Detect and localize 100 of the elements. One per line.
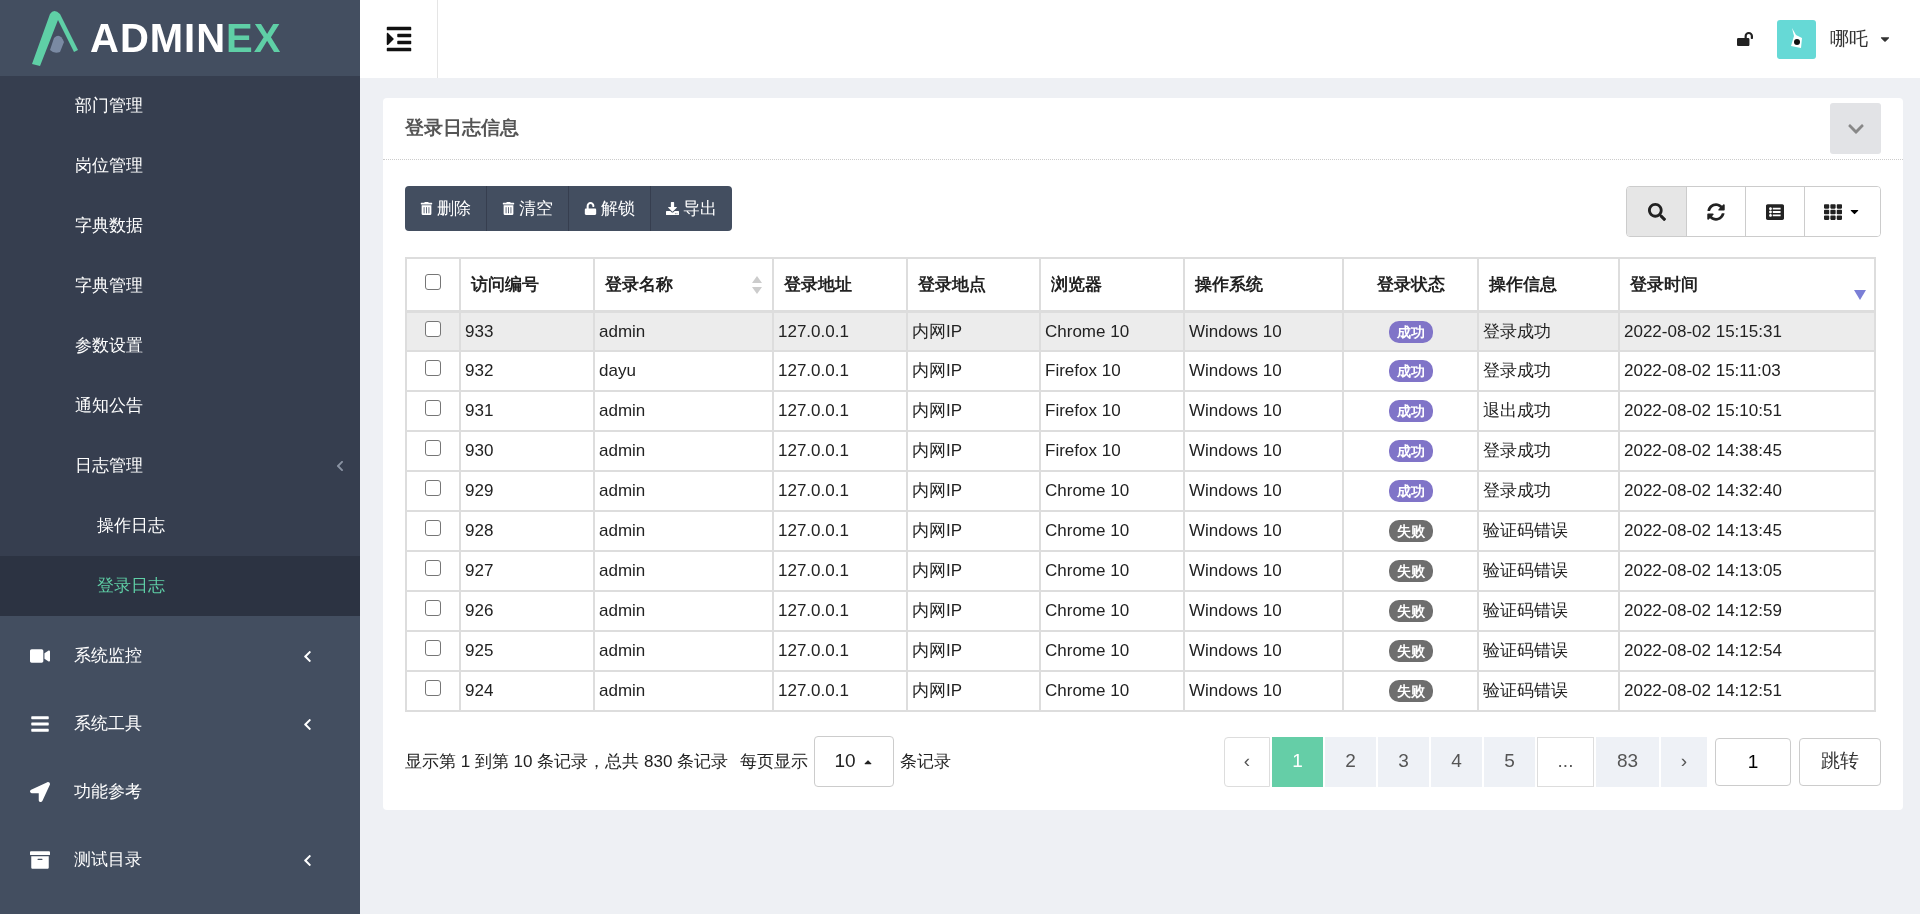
table-cell: 2022-08-02 14:12:51 [1619,671,1875,711]
sidebar-item[interactable]: 日志管理 [0,436,360,496]
sidebar-item[interactable]: 测试目录 [0,826,360,894]
table-row[interactable]: 927 admin 127.0.0.1 内网IP Chrome 10 Windows 10 失败 验证码错误 2022-08-02 14:13:05 [406,551,1875,591]
table-row[interactable]: 931 admin 127.0.0.1 内网IP Firefox 10 Windows 10 成功 退出成功 2022-08-02 15:10:51 [406,391,1875,431]
arrow-icon [30,782,50,802]
table-cell: 验证码错误 [1478,671,1619,711]
table-row[interactable]: 933 admin 127.0.0.1 内网IP Chrome 10 Windows 10 成功 登录成功 2022-08-02 15:15:31 [406,311,1875,351]
page-size-suffix: 条记录 [900,750,952,773]
sidebar-item[interactable]: 通知公告 [0,376,360,436]
checkbox[interactable] [425,360,441,377]
sidebar-item[interactable]: 系统监控 [0,622,360,690]
user-name[interactable]: 哪吒 [1830,24,1868,54]
checkbox[interactable] [425,440,441,457]
sidebar-item[interactable]: 操作日志 [0,496,360,556]
tool-button[interactable] [1804,187,1880,236]
logo-text: ADMINEX [90,15,282,62]
checkbox[interactable] [425,400,441,417]
lock-icon[interactable] [1737,31,1753,47]
page-jump-field[interactable]: 1 [1715,737,1791,786]
chevron-left-icon [334,460,346,472]
column-header[interactable]: 操作系统 [1184,258,1343,311]
toolbar-button[interactable]: 解锁 [568,186,650,231]
status-badge: 成功 [1388,400,1433,423]
page-size-dropdown[interactable]: 10 [814,736,895,787]
table-cell: Windows 10 [1184,671,1343,711]
status-badge: 成功 [1388,480,1433,503]
toolbar-button[interactable]: 导出 [650,186,732,231]
status-badge: 成功 [1388,440,1433,463]
status-badge: 成功 [1388,320,1433,343]
trash-icon [502,202,515,215]
page-button[interactable]: 83 [1596,736,1659,787]
status-badge: 成功 [1388,360,1433,383]
table-cell: 127.0.0.1 [773,671,907,711]
jump-button[interactable]: 跳转 [1799,737,1881,786]
checkbox[interactable] [425,560,441,577]
list-icon [1766,202,1784,221]
card-title: 登录日志信息 [405,116,519,141]
table-cell: 924 [460,671,594,711]
checkbox[interactable] [425,480,441,497]
checkbox[interactable] [425,520,441,537]
status-badge: 失败 [1388,520,1433,543]
menu-indent-icon [384,25,413,53]
chevron-left-icon [301,649,314,663]
table-row[interactable]: 932 dayu 127.0.0.1 内网IP Firefox 10 Windows 10 成功 登录成功 2022-08-02 15:11:03 [406,351,1875,391]
column-header[interactable]: 登录状态 [1343,258,1478,311]
sidebar-item[interactable]: 功能参考 [0,758,360,826]
status-badge: 失败 [1388,560,1433,583]
checkbox[interactable] [425,320,441,337]
table-cell: admin [594,671,773,711]
checkbox[interactable] [425,680,441,697]
sidebar-item[interactable]: 登录日志 [0,556,360,616]
chevron-left-icon [301,717,314,731]
search-icon [1647,202,1666,221]
sidebar-item[interactable]: 系统工具 [0,690,360,758]
table-cell: Chrome 10 [1040,671,1184,711]
table-row[interactable]: 929 admin 127.0.0.1 内网IP Chrome 10 Windows 10 成功 登录成功 2022-08-02 14:32:40 [406,471,1875,511]
table-row[interactable]: 928 admin 127.0.0.1 内网IP Chrome 10 Windows 10 失败 验证码错误 2022-08-02 14:13:45 [406,511,1875,551]
page-button[interactable]: › [1661,736,1707,787]
column-header[interactable]: 访问编号 [460,258,594,311]
sidebar-item[interactable]: 部门管理 [0,76,360,136]
checkbox[interactable] [425,640,441,657]
table-cell: 内网IP [907,671,1040,711]
table-row[interactable]: 924 admin 127.0.0.1 内网IP Chrome 10 Windows 10 失败 验证码错误 2022-08-02 14:12:51 [406,671,1875,711]
page-button[interactable]: 5 [1484,736,1535,787]
table-row[interactable]: 926 admin 127.0.0.1 内网IP Chrome 10 Windows 10 失败 验证码错误 2022-08-02 14:12:59 [406,591,1875,631]
sidebar-item[interactable]: 字典数据 [0,196,360,256]
page-button[interactable]: 3 [1378,736,1429,787]
pagination-summary: 显示第 1 到第 10 条记录，总共 830 条记录 [405,750,729,773]
grid-icon [1824,202,1842,221]
toolbar-button[interactable]: 删除 [405,186,486,231]
status-badge: 失败 [1388,640,1433,663]
column-header[interactable]: 登录地址 [773,258,907,311]
page-button[interactable]: 2 [1325,736,1376,787]
page-size-label: 每页显示 [740,750,809,773]
download-icon [666,202,679,215]
page-button[interactable]: ... [1537,736,1594,787]
sidebar-item[interactable]: 参数设置 [0,316,360,376]
table-row[interactable]: 925 admin 127.0.0.1 内网IP Chrome 10 Windows 10 失败 验证码错误 2022-08-02 14:12:54 [406,631,1875,671]
trash-icon [420,202,433,215]
sidebar-item[interactable]: 岗位管理 [0,136,360,196]
checkbox[interactable] [425,273,441,290]
archive-box-icon [30,850,50,870]
column-header[interactable]: 操作信息 [1478,258,1619,311]
column-header[interactable]: 登录名称 [594,258,773,311]
status-badge: 失败 [1388,680,1433,703]
sidebar-item[interactable]: 字典管理 [0,256,360,316]
page-button[interactable]: ‹ [1224,736,1270,787]
column-header[interactable]: 登录时间 [1619,258,1875,311]
checkbox[interactable] [425,600,441,617]
column-header[interactable]: 登录地点 [907,258,1040,311]
column-header[interactable]: 浏览器 [1040,258,1184,311]
bars-icon [30,714,50,734]
video-camera-icon [30,646,50,666]
tool-button[interactable] [1627,187,1686,236]
unlock-icon [584,202,597,215]
page-button[interactable]: 4 [1431,736,1482,787]
avatar [1777,19,1816,59]
table-row[interactable]: 930 admin 127.0.0.1 内网IP Firefox 10 Windows 10 成功 登录成功 2022-08-02 14:38:45 [406,431,1875,471]
toolbar-button[interactable]: 清空 [486,186,568,231]
